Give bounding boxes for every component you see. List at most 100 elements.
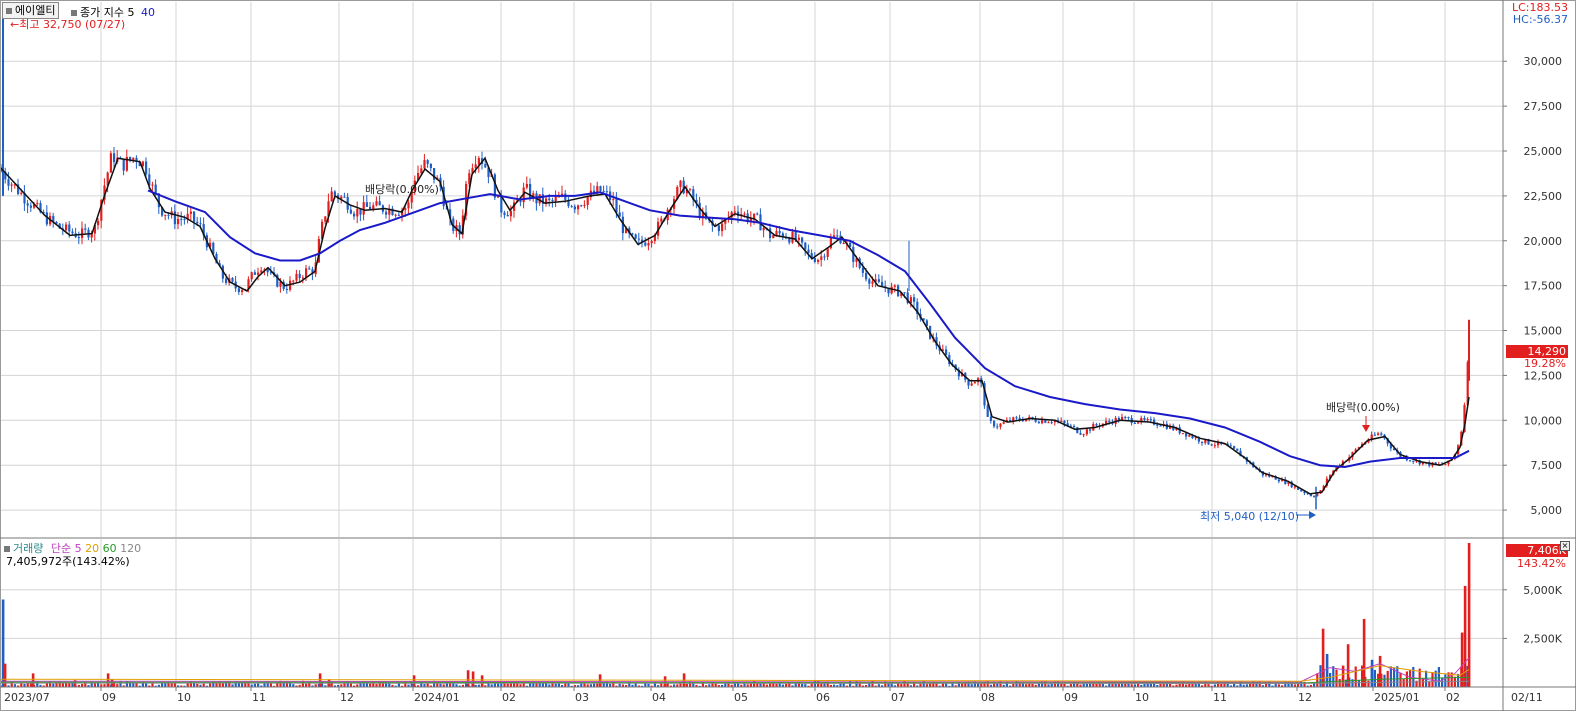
candle-body [375, 201, 378, 206]
dividend-label-2: 배당락(0.00%) [1326, 401, 1400, 414]
candle-body [769, 228, 772, 239]
date-label: 07 [891, 691, 905, 704]
volume-bar [1335, 669, 1338, 687]
candle-body [1079, 432, 1082, 435]
candle-body [426, 160, 429, 164]
vma5-line [0, 657, 1470, 683]
candle-body [295, 273, 298, 281]
volume-bar [1329, 672, 1332, 687]
candle-body [583, 204, 586, 206]
volume-bar [269, 683, 272, 687]
candle-body [644, 242, 647, 246]
square-icon [4, 546, 10, 552]
volume-bar [20, 683, 23, 687]
candle-body [797, 237, 800, 241]
candle-body [189, 211, 192, 214]
volume-tick-label: 5,000K [1523, 584, 1562, 597]
candle-body [180, 218, 183, 220]
candle-body [343, 196, 346, 198]
axis-ticks: 2023/07 09 10 11 12 2024/01 02 03 04 05 06 07 08 09 10… [4, 55, 1563, 704]
candle-body [1201, 441, 1204, 443]
candle-body [1159, 425, 1162, 427]
volume-bar [535, 683, 538, 687]
volume-bar [466, 670, 470, 687]
price-tick-label: 10,000 [1524, 414, 1563, 427]
candle-body [893, 285, 896, 287]
candle-body [1124, 416, 1127, 418]
price-tick-label: 17,500 [1524, 280, 1563, 293]
price-tick-label: 27,500 [1524, 100, 1563, 113]
candle-body [225, 278, 228, 283]
volume-bar [1313, 683, 1316, 687]
date-label: 02 [1446, 691, 1460, 704]
volume-bar [1467, 543, 1471, 687]
candle-body [1037, 421, 1040, 424]
candle-body [250, 272, 253, 280]
volume-bar [93, 683, 96, 687]
candle-body [753, 213, 756, 219]
axes [0, 0, 1576, 711]
candle-body [231, 278, 234, 282]
volume-bar [29, 683, 32, 687]
candle-body [257, 272, 260, 275]
candle-body [820, 256, 823, 260]
arrow-left-icon: ← [10, 18, 20, 31]
candle-body [7, 179, 10, 186]
candle-body [36, 203, 39, 205]
date-label: 09 [102, 691, 116, 704]
candle-body [503, 212, 506, 215]
hc-value: HC:-56.37 [1512, 13, 1568, 26]
candle-body [1188, 435, 1191, 437]
volume-bar [173, 683, 176, 687]
candle-body [993, 420, 996, 427]
candle-body [826, 248, 829, 257]
candle-body [775, 231, 778, 236]
candle-body [1373, 434, 1376, 436]
volume-bar [1063, 683, 1066, 687]
vma20-line [0, 665, 1470, 682]
volume-bar [1367, 680, 1370, 687]
candle-body [484, 163, 487, 168]
candle-body [353, 213, 356, 217]
candle-body [778, 231, 781, 234]
volume-bar [1444, 674, 1447, 687]
candle-body [362, 202, 365, 215]
candle-body [1076, 427, 1079, 433]
candle-body [1313, 496, 1316, 498]
stock-chart[interactable]: 2023/07 09 10 11 12 2024/01 02 03 04 05 06 07 08 09 10… [0, 0, 1576, 711]
candle-body [650, 241, 653, 244]
volume-moving-averages [0, 657, 1470, 685]
volume-bar [1354, 666, 1357, 687]
candle-body [132, 157, 135, 160]
candle-body [397, 214, 400, 216]
high-label: 최고 32,750 (07/27) [19, 18, 126, 31]
candle-body [164, 214, 167, 216]
candle-body [519, 200, 522, 203]
candle-body [602, 191, 605, 193]
candle-body [865, 272, 868, 280]
candle-body [698, 202, 701, 219]
price-change-pct: 19.28% [1524, 357, 1566, 370]
date-label: 04 [652, 691, 666, 704]
volume-bar [426, 683, 429, 687]
volume-bar [170, 683, 173, 687]
price-tick-label: 30,000 [1524, 55, 1563, 68]
date-label: 03 [575, 691, 589, 704]
date-label: 08 [981, 691, 995, 704]
candle-body [71, 231, 74, 234]
candle-body [241, 290, 244, 292]
candle-body [420, 168, 423, 173]
candle-body [1137, 422, 1140, 424]
candle-body [385, 211, 388, 215]
close-icon[interactable]: × [1560, 541, 1570, 551]
candle-body [1409, 460, 1412, 462]
volume-bar [349, 683, 352, 687]
candle-body [359, 208, 362, 215]
candle-body [1143, 418, 1146, 420]
candle-body [26, 203, 29, 206]
volume-tick-label: 2,500K [1523, 632, 1562, 645]
volume-bar [471, 671, 475, 687]
candle-body [378, 201, 381, 206]
volume-bars [1, 543, 1471, 687]
candle-body [1063, 420, 1066, 424]
